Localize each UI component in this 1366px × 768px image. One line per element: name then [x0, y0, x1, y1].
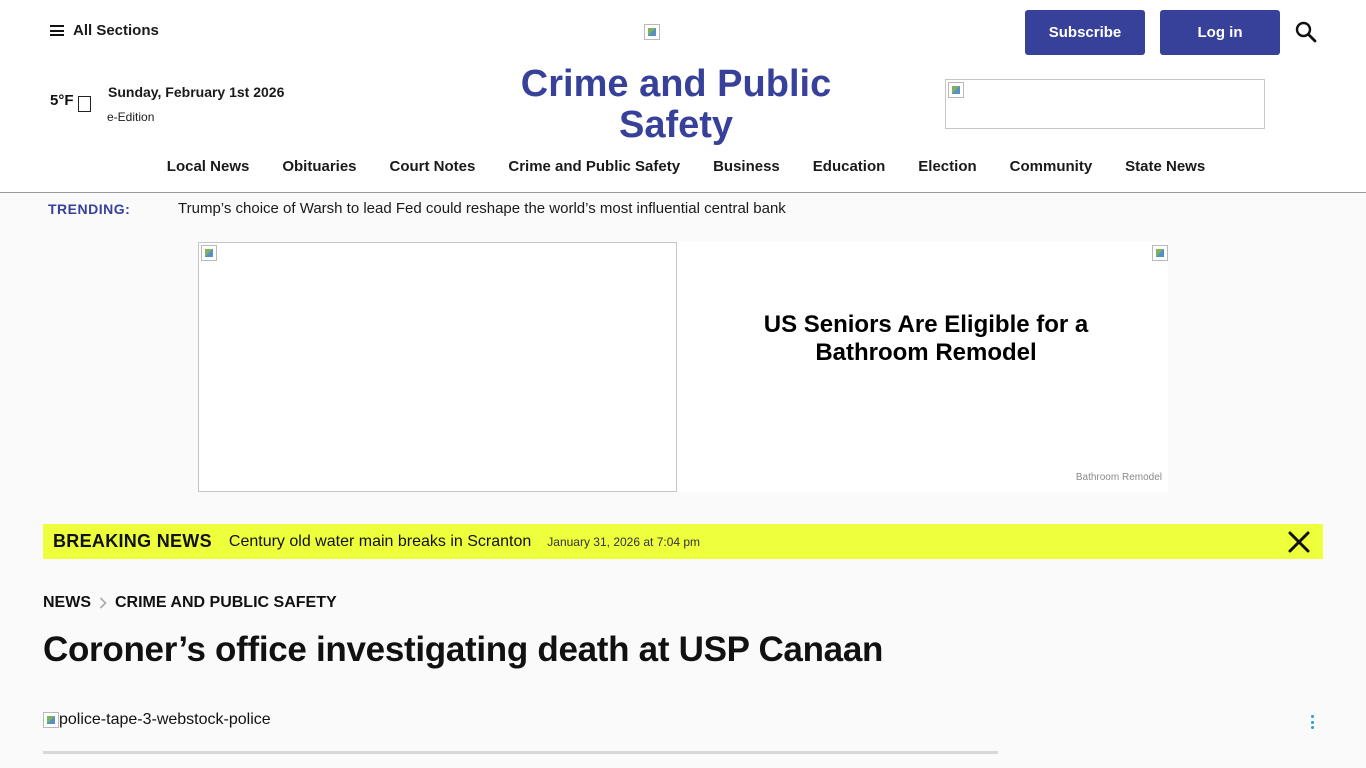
breaking-news-label: BREAKING NEWS [53, 531, 212, 551]
nav-item-crime-and-public-safety[interactable]: Crime and Public Safety [502, 158, 680, 175]
display-ad[interactable]: US Seniors Are Eligible for a Bathroom R… [198, 242, 1168, 492]
close-icon[interactable] [1287, 530, 1311, 554]
trending-label: TRENDING: [48, 201, 131, 217]
broken-image-icon [201, 245, 217, 261]
login-button[interactable]: Log in [1160, 10, 1280, 55]
ad-headline[interactable]: US Seniors Are Eligible for a Bathroom R… [726, 311, 1126, 367]
chevron-right-icon [99, 597, 107, 609]
subscribe-button[interactable]: Subscribe [1025, 10, 1145, 55]
weather-icon [77, 96, 91, 112]
broken-image-icon [43, 712, 59, 728]
section-title[interactable]: Crime and Public Safety [476, 64, 876, 146]
ad-choices-icon[interactable] [1152, 245, 1168, 261]
trending-headline-link[interactable]: Trump’s choice of Warsh to lead Fed coul… [178, 200, 786, 217]
search-icon[interactable] [1294, 20, 1318, 44]
weather-widget[interactable]: 5°F [50, 88, 91, 112]
article-title: Coroner’s office investigating death at … [43, 630, 884, 669]
all-sections-label: All Sections [73, 22, 159, 39]
nav-item-education[interactable]: Education [807, 158, 886, 175]
article-photo-alt: police-tape-3-webstock-police [59, 711, 271, 728]
all-sections-button[interactable]: All Sections [50, 22, 159, 39]
breadcrumb-crime-and-public-safety[interactable]: CRIME AND PUBLIC SAFETY [115, 594, 337, 612]
breaking-news-time: January 31, 2026 at 7:04 pm [547, 534, 701, 549]
ad-sponsor: Bathroom Remodel [1075, 472, 1162, 483]
nav-item-obituaries[interactable]: Obituaries [276, 158, 356, 175]
nav-item-local-news[interactable]: Local News [161, 158, 250, 175]
header-ad[interactable] [945, 79, 1265, 129]
breadcrumb: NEWS CRIME AND PUBLIC SAFETY [43, 594, 337, 612]
breaking-news-bar: BREAKING NEWS Century old water main bre… [43, 524, 1323, 559]
breaking-news-link[interactable]: Century old water main breaks in Scranto… [229, 533, 531, 551]
main-nav: Local News Obituaries Court Notes Crime … [0, 158, 1366, 175]
nav-item-state-news[interactable]: State News [1119, 158, 1205, 175]
nav-item-community[interactable]: Community [1004, 158, 1093, 175]
hamburger-icon [50, 25, 64, 36]
ad-image[interactable] [198, 242, 677, 492]
weather-temp: 5°F [50, 91, 74, 109]
nav-item-court-notes[interactable]: Court Notes [384, 158, 476, 175]
article-photo[interactable]: police-tape-3-webstock-police [43, 711, 271, 729]
site-header: All Sections Subscribe Log in 5°F Sunday… [0, 0, 1366, 193]
site-logo[interactable] [644, 24, 660, 40]
photo-divider [43, 751, 998, 754]
current-date: Sunday, February 1st 2026 [108, 84, 285, 100]
breadcrumb-news[interactable]: NEWS [43, 594, 91, 612]
nav-item-election[interactable]: Election [912, 158, 976, 175]
broken-image-icon [948, 82, 964, 98]
nav-item-business[interactable]: Business [707, 158, 780, 175]
eedition-link[interactable]: e-Edition [107, 110, 154, 124]
kebab-icon[interactable] [1310, 715, 1315, 729]
